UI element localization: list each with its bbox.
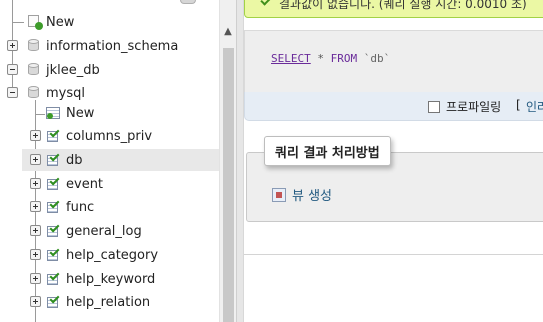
tree-item-table[interactable]: general_log (0, 220, 219, 242)
navigation-tree: New information_schema jklee_db mysql Ne… (0, 0, 236, 322)
profiling-checkbox[interactable] (428, 101, 440, 113)
tree-item-table[interactable]: help_keyword (0, 268, 219, 290)
expand-icon[interactable] (30, 225, 41, 236)
bracket-text: [ (516, 98, 521, 112)
check-icon (259, 0, 269, 7)
expand-icon[interactable] (30, 178, 41, 189)
sql-keyword-from: FROM (330, 52, 358, 65)
table-icon (47, 246, 61, 262)
tree-item-label: help_relation (66, 294, 151, 310)
table-icon (47, 127, 61, 143)
query-results-legend: 쿼리 결과 처리방법 (264, 136, 391, 166)
scroll-thumb[interactable] (223, 48, 234, 322)
expand-icon[interactable] (7, 40, 18, 51)
tree-item-label: New (66, 105, 95, 121)
new-table-icon (46, 106, 62, 120)
tree-item-label: event (66, 176, 104, 192)
table-icon (47, 198, 61, 214)
tree-item-database[interactable]: information_schema (0, 35, 219, 57)
success-text: 결과값이 없습니다. (퀘리 실행 시간: 0.0010 초) (279, 0, 527, 11)
tree-item-table-selected[interactable]: db (22, 149, 219, 171)
tree-item-label: help_category (66, 247, 159, 263)
main-content: 결과값이 없습니다. (퀘리 실행 시간: 0.0010 초) SELECT *… (244, 0, 543, 322)
expand-icon[interactable] (30, 154, 41, 165)
sql-keyword-select[interactable]: SELECT (271, 52, 311, 65)
tree-item-label: help_keyword (66, 271, 156, 287)
database-icon (28, 86, 39, 99)
table-icon (47, 175, 61, 191)
collapse-handle[interactable] (180, 0, 196, 4)
success-message: 결과값이 없습니다. (퀘리 실행 시간: 0.0010 초) (244, 0, 543, 18)
tree-item-label: jklee_db (46, 62, 100, 78)
sql-query-box: SELECT * FROM `db` (244, 30, 543, 92)
view-icon (272, 187, 286, 202)
tree-item-database[interactable]: mysql (0, 82, 219, 104)
tree-item-new-table[interactable]: New (0, 102, 219, 124)
expand-icon[interactable] (30, 130, 41, 141)
create-view-link[interactable]: 뷰 생성 (272, 185, 332, 204)
scroll-up-arrow-icon[interactable]: ▲ (220, 24, 236, 38)
inline-edit-link[interactable]: 인라인 (526, 98, 543, 115)
tree-item-table[interactable]: func (0, 196, 219, 218)
nav-scrollbar[interactable]: ▲ (219, 0, 236, 322)
tree-item-table[interactable]: event (0, 173, 219, 195)
tree-item-table[interactable]: help_category (0, 244, 219, 266)
tree-item-label: columns_priv (66, 128, 153, 144)
tree-item-label: general_log (66, 223, 142, 239)
table-icon (47, 222, 61, 238)
database-icon (28, 63, 39, 76)
database-icon (28, 39, 39, 52)
tree-item-label: New (46, 14, 75, 30)
new-icon (28, 15, 43, 30)
sql-query: SELECT * FROM `db` (271, 52, 390, 65)
tree-item-table[interactable]: columns_priv (0, 125, 219, 147)
profiling-label: 프로파일링 (446, 100, 502, 114)
collapse-icon[interactable] (7, 87, 18, 98)
expand-icon[interactable] (30, 296, 41, 307)
create-view-label: 뷰 생성 (292, 189, 333, 204)
tree-item-new[interactable]: New (0, 11, 219, 33)
divider (244, 254, 543, 255)
collapse-icon[interactable] (7, 64, 18, 75)
expand-icon[interactable] (30, 249, 41, 260)
table-icon (47, 151, 61, 167)
sql-star: * (317, 52, 324, 65)
table-icon (47, 270, 61, 286)
expand-icon[interactable] (30, 201, 41, 212)
tree-item-label: func (66, 199, 95, 215)
tree-item-label: information_schema (46, 38, 179, 54)
expand-icon[interactable] (30, 273, 41, 284)
table-icon (47, 293, 61, 309)
tree-item-label: mysql (46, 85, 85, 101)
tree-item-label: db (66, 152, 83, 168)
sql-table-name: `db` (363, 52, 391, 65)
tree-item-database[interactable]: jklee_db (0, 59, 219, 81)
tree-item-table[interactable]: help_relation (0, 291, 219, 313)
profiling-bar: 프로파일링 [ 인라인 (244, 92, 543, 121)
pane-resizer[interactable] (236, 0, 244, 322)
